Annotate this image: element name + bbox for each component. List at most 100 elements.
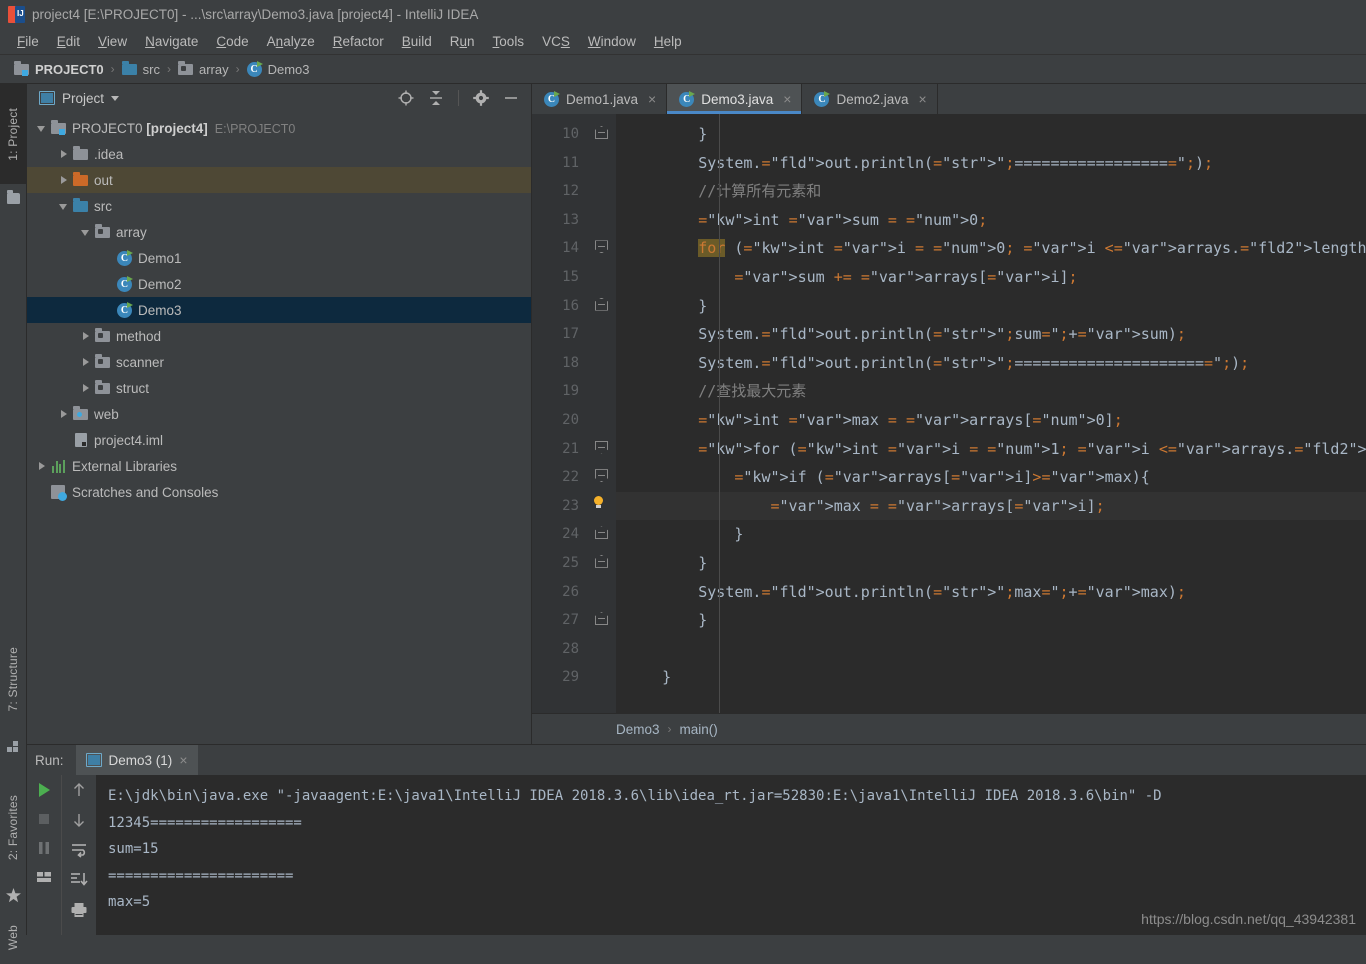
fold-marker-icon[interactable] — [595, 240, 608, 254]
code-line-17[interactable]: System.="fld">out.println(="str">";sum="… — [616, 320, 1366, 349]
code-line-18[interactable]: System.="fld">out.println(="str">";=====… — [616, 349, 1366, 378]
fold-row[interactable] — [588, 320, 616, 349]
tree-toggle-open-icon[interactable] — [81, 227, 92, 238]
up-arrow-icon[interactable] — [70, 781, 88, 799]
fold-row[interactable] — [588, 377, 616, 406]
code-line-29[interactable]: } — [616, 663, 1366, 692]
editor-tab-demo3-java[interactable]: C Demo3.java × — [667, 84, 803, 114]
tree-toggle-closed-icon[interactable] — [59, 149, 70, 160]
code-text[interactable]: } System.="fld">out.println(="str">";===… — [616, 114, 1366, 713]
menu-item-build[interactable]: Build — [393, 32, 441, 51]
code-line-20[interactable]: ="kw">int ="var">max = ="var">arrays[="n… — [616, 406, 1366, 435]
project-tree[interactable]: PROJECT0 [project4] E:\PROJECT0 .idea out sr… — [27, 112, 531, 744]
fold-row[interactable] — [588, 520, 616, 549]
run-left-toolbar[interactable] — [27, 775, 61, 935]
tree-node-out[interactable]: out — [27, 167, 531, 193]
tree-node-web[interactable]: web — [27, 401, 531, 427]
breadcrumb-method[interactable]: main() — [680, 722, 718, 737]
tree-node-idea[interactable]: .idea — [27, 141, 531, 167]
fold-row[interactable] — [588, 492, 616, 521]
sidebar-tab-structure[interactable]: 7: Structure — [0, 624, 26, 734]
fold-gutter[interactable] — [588, 114, 616, 713]
fold-row[interactable] — [588, 549, 616, 578]
code-line-15[interactable]: ="var">sum += ="var">arrays[="var">i]; — [616, 263, 1366, 292]
code-line-26[interactable]: System.="fld">out.println(="str">";max="… — [616, 578, 1366, 607]
sidebar-tab-project[interactable]: 1: Project — [0, 84, 26, 184]
menu-item-help[interactable]: Help — [645, 32, 691, 51]
close-icon[interactable]: × — [919, 92, 927, 106]
menu-item-code[interactable]: Code — [207, 32, 257, 51]
tree-toggle-open-icon[interactable] — [59, 201, 70, 212]
navbar-segment-demo3[interactable]: C Demo3 — [243, 61, 314, 78]
menu-item-file[interactable]: File — [8, 32, 48, 51]
close-icon[interactable]: × — [783, 92, 791, 106]
fold-row[interactable] — [588, 349, 616, 378]
tree-toggle-closed-icon[interactable] — [81, 331, 92, 342]
chevron-down-icon[interactable] — [111, 95, 120, 101]
tree-node-array[interactable]: array — [27, 219, 531, 245]
soft-wrap-icon[interactable] — [70, 841, 88, 859]
code-line-21[interactable]: ="kw">for (="kw">int ="var">i = ="num">1… — [616, 435, 1366, 464]
settings-gear-icon[interactable] — [473, 90, 489, 106]
tree-node-project4-iml[interactable]: project4.iml — [27, 427, 531, 453]
code-line-19[interactable]: //查找最大元素 — [616, 377, 1366, 406]
intention-bulb-icon[interactable] — [592, 495, 605, 509]
scroll-to-end-icon[interactable] — [70, 871, 88, 889]
fold-row[interactable] — [588, 206, 616, 235]
collapse-all-icon[interactable] — [428, 90, 444, 106]
navbar-segment-array[interactable]: array — [174, 61, 233, 78]
tree-node-struct[interactable]: struct — [27, 375, 531, 401]
fold-row[interactable] — [588, 663, 616, 692]
menu-bar[interactable]: File Edit View Navigate Code Analyze Refactor B… — [0, 28, 1366, 55]
menu-item-vcs[interactable]: VCS — [533, 32, 579, 51]
close-icon[interactable]: × — [648, 92, 656, 106]
navbar-segment-src[interactable]: src — [118, 61, 164, 78]
menu-item-run[interactable]: Run — [441, 32, 484, 51]
code-line-11[interactable]: System.="fld">out.println(="str">";=====… — [616, 149, 1366, 178]
print-icon[interactable] — [70, 901, 88, 919]
hide-icon[interactable] — [503, 90, 519, 106]
tree-node-demo1[interactable]: C Demo1 — [27, 245, 531, 271]
menu-item-navigate[interactable]: Navigate — [136, 32, 207, 51]
code-line-23[interactable]: ="var">max = ="var">arrays[="var">i]; — [616, 491, 1366, 521]
code-line-22[interactable]: ="kw">if (="var">arrays[="var">i]>="var"… — [616, 463, 1366, 492]
fold-marker-icon[interactable] — [595, 297, 608, 311]
tree-node-src[interactable]: src — [27, 193, 531, 219]
fold-row[interactable] — [588, 635, 616, 664]
navbar-segment-project0[interactable]: PROJECT0 — [10, 61, 108, 78]
fold-marker-icon[interactable] — [595, 526, 608, 540]
menu-item-refactor[interactable]: Refactor — [324, 32, 393, 51]
fold-marker-icon[interactable] — [595, 554, 608, 568]
code-line-24[interactable]: } — [616, 520, 1366, 549]
fold-row[interactable] — [588, 463, 616, 492]
navigation-bar[interactable]: PROJECT0 › src › array › C Demo3 — [0, 55, 1366, 84]
code-line-16[interactable]: } — [616, 292, 1366, 321]
breadcrumb-class[interactable]: Demo3 — [616, 722, 660, 737]
fold-row[interactable] — [588, 149, 616, 178]
code-line-27[interactable]: } — [616, 606, 1366, 635]
tree-toggle-closed-icon[interactable] — [59, 409, 70, 420]
tree-toggle-closed-icon[interactable] — [81, 383, 92, 394]
pause-icon[interactable] — [35, 839, 53, 857]
fold-row[interactable] — [588, 292, 616, 321]
tree-node-scratches-and-consoles[interactable]: Scratches and Consoles — [27, 479, 531, 505]
code-line-14[interactable]: for (="kw">int ="var">i = ="num">0; ="va… — [616, 234, 1366, 263]
project-panel-title[interactable]: Project — [39, 91, 120, 106]
stop-icon[interactable] — [35, 810, 53, 828]
locate-icon[interactable] — [398, 90, 414, 106]
rerun-play-icon[interactable] — [35, 781, 53, 799]
close-icon[interactable]: × — [179, 752, 187, 768]
menu-item-analyze[interactable]: Analyze — [258, 32, 324, 51]
fold-marker-icon[interactable] — [595, 126, 608, 139]
fold-marker-icon[interactable] — [595, 469, 608, 483]
menu-item-window[interactable]: Window — [579, 32, 645, 51]
tree-toggle-closed-icon[interactable] — [59, 175, 70, 186]
code-line-12[interactable]: //计算所有元素和 — [616, 177, 1366, 206]
tree-toggle-closed-icon[interactable] — [81, 357, 92, 368]
editor-tab-demo2-java[interactable]: C Demo2.java × — [802, 84, 938, 114]
tree-toggle-open-icon[interactable] — [37, 123, 48, 134]
menu-item-edit[interactable]: Edit — [48, 32, 89, 51]
code-line-10[interactable]: } — [616, 120, 1366, 149]
tree-node-demo2[interactable]: C Demo2 — [27, 271, 531, 297]
fold-marker-icon[interactable] — [595, 440, 608, 454]
